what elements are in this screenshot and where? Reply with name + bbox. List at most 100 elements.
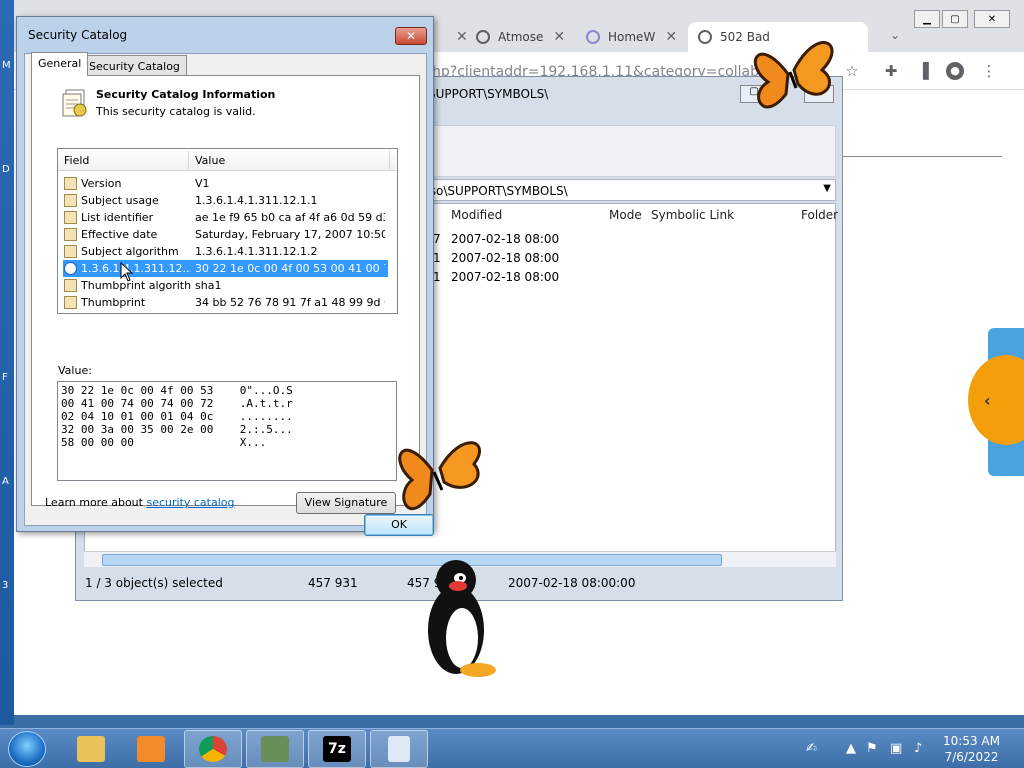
learn-more-text: Learn more about security catalog [45, 496, 235, 509]
scroll-thumb[interactable] [102, 554, 722, 566]
status-selected: 1 / 3 object(s) selected [85, 576, 223, 590]
chevron-left-icon[interactable]: ‹ [968, 355, 1024, 445]
table-cell[interactable]: 2007-02-18 08:00 [451, 232, 559, 246]
field-value: Saturday, February 17, 2007 10:50:... [195, 228, 385, 241]
close-icon[interactable]: ✕ [456, 29, 468, 45]
network-icon[interactable]: ▣ [890, 741, 902, 756]
table-cell: 1 [433, 251, 441, 265]
tab-label: HomeW [608, 30, 656, 44]
window-title: SUPPORT\SYMBOLS\ [428, 87, 549, 101]
network-app-icon [261, 736, 289, 762]
profile-avatar[interactable]: ● [946, 62, 964, 80]
list-item[interactable]: Version V1 [63, 175, 388, 192]
desktop-icon-label: F [2, 372, 8, 383]
column-header-folder[interactable]: Folder [801, 208, 838, 222]
show-hidden-icons[interactable]: ▲ [846, 741, 856, 756]
table-cell[interactable]: 2007-02-18 08:00 [451, 251, 559, 265]
globe-icon [698, 30, 712, 44]
taskbar-media-player[interactable] [122, 730, 180, 768]
field-value: 1.3.6.1.4.1.311.12.1.1 [195, 194, 318, 207]
column-header-symbolic-link[interactable]: Symbolic Link [651, 208, 734, 222]
list-item[interactable]: Effective date Saturday, February 17, 20… [63, 226, 388, 243]
column-header-field[interactable]: Field [64, 154, 89, 167]
system-clock[interactable]: 10:53 AM 7/6/2022 [943, 733, 1000, 765]
column-divider[interactable] [188, 151, 189, 169]
path-text: d.iso\SUPPORT\SYMBOLS\ [415, 184, 568, 198]
view-signature-button[interactable]: View Signature [296, 492, 396, 514]
field-icon [64, 194, 77, 207]
list-item[interactable]: Thumbprint 34 bb 52 76 78 91 7f a1 48 99… [63, 294, 388, 311]
field-value: sha1 [195, 279, 222, 292]
table-cell[interactable]: 2007-02-18 08:00 [451, 270, 559, 284]
field-list: Field Value Version V1 Subject usage 1.3… [57, 148, 398, 314]
penguin-icon [428, 560, 496, 677]
field-name: Thumbprint algorithm [81, 279, 191, 292]
action-center-icon[interactable]: ⚑ [866, 741, 878, 756]
column-header-value[interactable]: Value [195, 154, 225, 167]
field-value: 1.3.6.1.4.1.311.12.1.2 [195, 245, 318, 258]
chevron-down-icon[interactable]: ⌄ [890, 28, 900, 42]
value-line: 58 00 00 00 X... [61, 436, 267, 449]
field-name: List identifier [81, 211, 154, 224]
maximize-button[interactable]: ▢ [942, 10, 968, 28]
folder-icon [77, 736, 105, 762]
list-item[interactable]: Subject usage 1.3.6.1.4.1.311.12.1.1 [63, 192, 388, 209]
column-header-mode[interactable]: Mode [609, 208, 642, 222]
field-value: ae 1e f9 65 b0 ca af 4f a6 0d 59 d3 ... [195, 211, 385, 224]
taskbar-explorer[interactable] [62, 730, 120, 768]
column-divider[interactable] [389, 151, 390, 169]
taskbar-7zip[interactable]: 7z [308, 730, 366, 768]
tab-security-catalog[interactable]: Security Catalog [82, 55, 187, 76]
taskbar-notepad[interactable] [370, 730, 428, 768]
list-item[interactable]: Subject algorithm 1.3.6.1.4.1.311.12.1.2 [63, 243, 388, 260]
7zip-icon: 7z [323, 736, 351, 762]
taskbar: 7z ✍ ▲ ⚑ ▣ ♪ 10:53 AM 7/6/2022 [0, 728, 1024, 768]
field-name: 1.3.6.1.4.1.311.12... [81, 262, 191, 275]
tab-homew[interactable]: HomeW ✕ [586, 22, 677, 52]
mouse-cursor-icon [120, 262, 134, 282]
tab-atmose[interactable]: Atmose ✕ [476, 22, 565, 52]
volume-icon[interactable]: ♪ [914, 741, 922, 756]
list-item[interactable]: List identifier ae 1e f9 65 b0 ca af 4f … [63, 209, 388, 226]
attribute-icon [64, 262, 77, 275]
desktop-icon-label: M [2, 60, 11, 71]
tab-general[interactable]: General [31, 52, 89, 76]
status-date: 2007-02-18 08:00:00 [508, 576, 636, 590]
clock-time: 10:53 AM [943, 734, 1000, 748]
tab-close-prev[interactable]: ✕ [446, 22, 468, 52]
dropdown-arrow-icon[interactable]: ▼ [823, 183, 831, 194]
value-line: 30 22 1e 0c 00 4f 00 53 0"...O.S [61, 384, 293, 397]
pen-tablet-icon[interactable]: ✍ [806, 741, 817, 756]
value-label: Value: [58, 364, 92, 377]
field-icon [64, 279, 77, 292]
close-icon[interactable]: ✕ [665, 29, 677, 45]
menu-icon[interactable]: ⋮ [980, 62, 998, 80]
field-icon [64, 228, 77, 241]
extensions-icon[interactable]: ✚ [882, 62, 900, 80]
value-line: 32 00 3a 00 35 00 2e 00 2.:.5... [61, 423, 293, 436]
close-button[interactable]: ✕ [395, 27, 427, 45]
value-line: 02 04 10 01 00 01 04 0c ........ [61, 410, 293, 423]
value-line: 00 41 00 74 00 74 00 72 .A.t.t.r [61, 397, 293, 410]
field-icon [64, 177, 77, 190]
taskbar-chrome[interactable] [184, 730, 242, 768]
wifi-icon [586, 30, 600, 44]
column-header-modified[interactable]: Modified [451, 208, 502, 222]
field-name: Effective date [81, 228, 158, 241]
minimize-button[interactable]: ▁ [914, 10, 940, 28]
value-textbox[interactable]: 30 22 1e 0c 00 4f 00 53 0"...O.S 00 41 00… [57, 381, 397, 481]
clock-date: 7/6/2022 [944, 750, 999, 764]
butterfly-icon [398, 441, 481, 510]
taskbar-network-app[interactable] [246, 730, 304, 768]
field-icon [64, 245, 77, 258]
security-catalog-link[interactable]: security catalog [146, 496, 234, 509]
close-icon[interactable]: ✕ [553, 29, 565, 45]
security-catalog-dialog: Security Catalog ✕ General Security Cata… [16, 16, 434, 536]
sidepanel-icon[interactable]: ▐ [914, 62, 932, 80]
start-button[interactable] [8, 731, 46, 767]
field-value: 30 22 1e 0c 00 4f 00 53 00 41 00 74... [195, 262, 385, 275]
close-button[interactable]: ✕ [974, 10, 1010, 28]
learn-more-prefix: Learn more about [45, 496, 147, 509]
list-item-selected[interactable]: 1.3.6.1.4.1.311.12... 30 22 1e 0c 00 4f … [63, 260, 388, 277]
list-item[interactable]: Thumbprint algorithm sha1 [63, 277, 388, 294]
